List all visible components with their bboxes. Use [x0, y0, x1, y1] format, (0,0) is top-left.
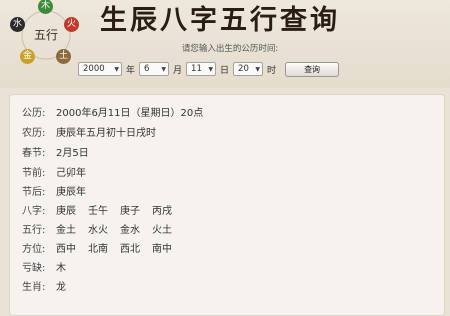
result-panel: 公历: 2000年6月11日（星期日）20点 农历: 庚辰年五月初十日戌时 春节… — [9, 94, 445, 316]
row-value: 北南 — [88, 244, 108, 255]
row-value: 西中 — [56, 244, 76, 255]
month-unit: 月 — [173, 65, 183, 76]
result-row-gregorian: 公历: 2000年6月11日（星期日）20点 — [22, 103, 203, 120]
row-label: 生肖: — [22, 282, 46, 293]
row-label: 五行: — [22, 225, 46, 236]
day-select[interactable]: 11 ▼ — [186, 62, 217, 76]
row-label: 节后: — [22, 187, 46, 198]
metal-icon: 金 — [20, 49, 35, 64]
row-value: 丙戌 — [152, 206, 172, 217]
year-unit: 年 — [126, 65, 136, 76]
wuxing-logo: 木 火 土 金 水 五行 — [6, 0, 80, 70]
result-row-wuxing: 五行: 金土 水火 金水 火土 — [22, 220, 184, 237]
earth-icon: 土 — [56, 49, 71, 64]
row-value: 火土 — [152, 225, 172, 236]
row-label: 春节: — [22, 148, 46, 159]
row-value: 木 — [56, 263, 66, 274]
wuxing-center-label: 五行 — [33, 28, 58, 42]
row-value: 庚辰年 — [56, 187, 86, 198]
water-icon: 水 — [10, 17, 25, 32]
day-value: 11 — [191, 64, 202, 74]
chevron-down-icon: ▼ — [161, 65, 167, 73]
row-label: 亏缺: — [22, 263, 46, 274]
row-value: 南中 — [152, 244, 172, 255]
row-value: 龙 — [56, 282, 66, 293]
input-prompt: 请您输入出生的公历时间: — [181, 44, 279, 54]
row-value: 2月5日 — [56, 148, 89, 159]
chevron-down-icon: ▼ — [114, 65, 119, 73]
row-label: 方位: — [22, 244, 46, 255]
hour-select[interactable]: 20 ▼ — [233, 62, 264, 76]
row-label: 节前: — [22, 168, 46, 179]
day-unit: 日 — [220, 65, 230, 76]
result-row-lunar: 农历: 庚辰年五月初十日戌时 — [22, 123, 156, 140]
result-row-before-festival: 节前: 己卯年 — [22, 163, 86, 180]
row-value: 庚子 — [120, 206, 140, 217]
month-select[interactable]: 6 ▼ — [139, 62, 170, 76]
result-row-bazi: 八字: 庚辰 壬午 庚子 丙戌 — [22, 201, 184, 218]
row-value: 金土 — [56, 225, 76, 236]
hour-value: 20 — [238, 64, 249, 74]
query-button[interactable]: 查询 — [285, 61, 340, 77]
result-row-after-festival: 节后: 庚辰年 — [22, 182, 86, 199]
row-label: 八字: — [22, 206, 46, 217]
result-row-direction: 方位: 西中 北南 西北 南中 — [22, 239, 184, 256]
row-value: 金水 — [120, 225, 140, 236]
row-label: 公历: — [22, 108, 46, 119]
chevron-down-icon: ▼ — [255, 65, 261, 73]
result-row-zodiac: 生肖: 龙 — [22, 277, 66, 294]
page-title: 生辰八字五行查询 — [100, 5, 340, 36]
row-value: 庚辰年五月初十日戌时 — [56, 128, 156, 139]
fire-icon: 火 — [64, 17, 79, 32]
result-row-missing: 亏缺: 木 — [22, 258, 66, 275]
row-value: 己卯年 — [56, 168, 86, 179]
row-value: 庚辰 — [56, 206, 76, 217]
year-select[interactable]: 2000 ▼ — [78, 62, 122, 76]
row-value: 水火 — [88, 225, 108, 236]
row-value: 西北 — [120, 244, 140, 255]
chevron-down-icon: ▼ — [208, 65, 214, 73]
hour-unit: 时 — [267, 65, 277, 76]
year-value: 2000 — [83, 64, 105, 74]
result-row-spring-festival: 春节: 2月5日 — [22, 143, 89, 160]
row-label: 农历: — [22, 128, 46, 139]
date-form: 2000 ▼ 年 6 ▼ 月 11 ▼ 日 20 ▼ 时 查询 — [78, 60, 340, 78]
page-header: 木 火 土 金 水 五行 生辰八字五行查询 请您输入出生的公历时间: 2000 … — [0, 0, 450, 88]
month-value: 6 — [144, 64, 150, 74]
row-value: 2000年6月11日（星期日）20点 — [56, 108, 204, 119]
row-value: 壬午 — [88, 206, 108, 217]
